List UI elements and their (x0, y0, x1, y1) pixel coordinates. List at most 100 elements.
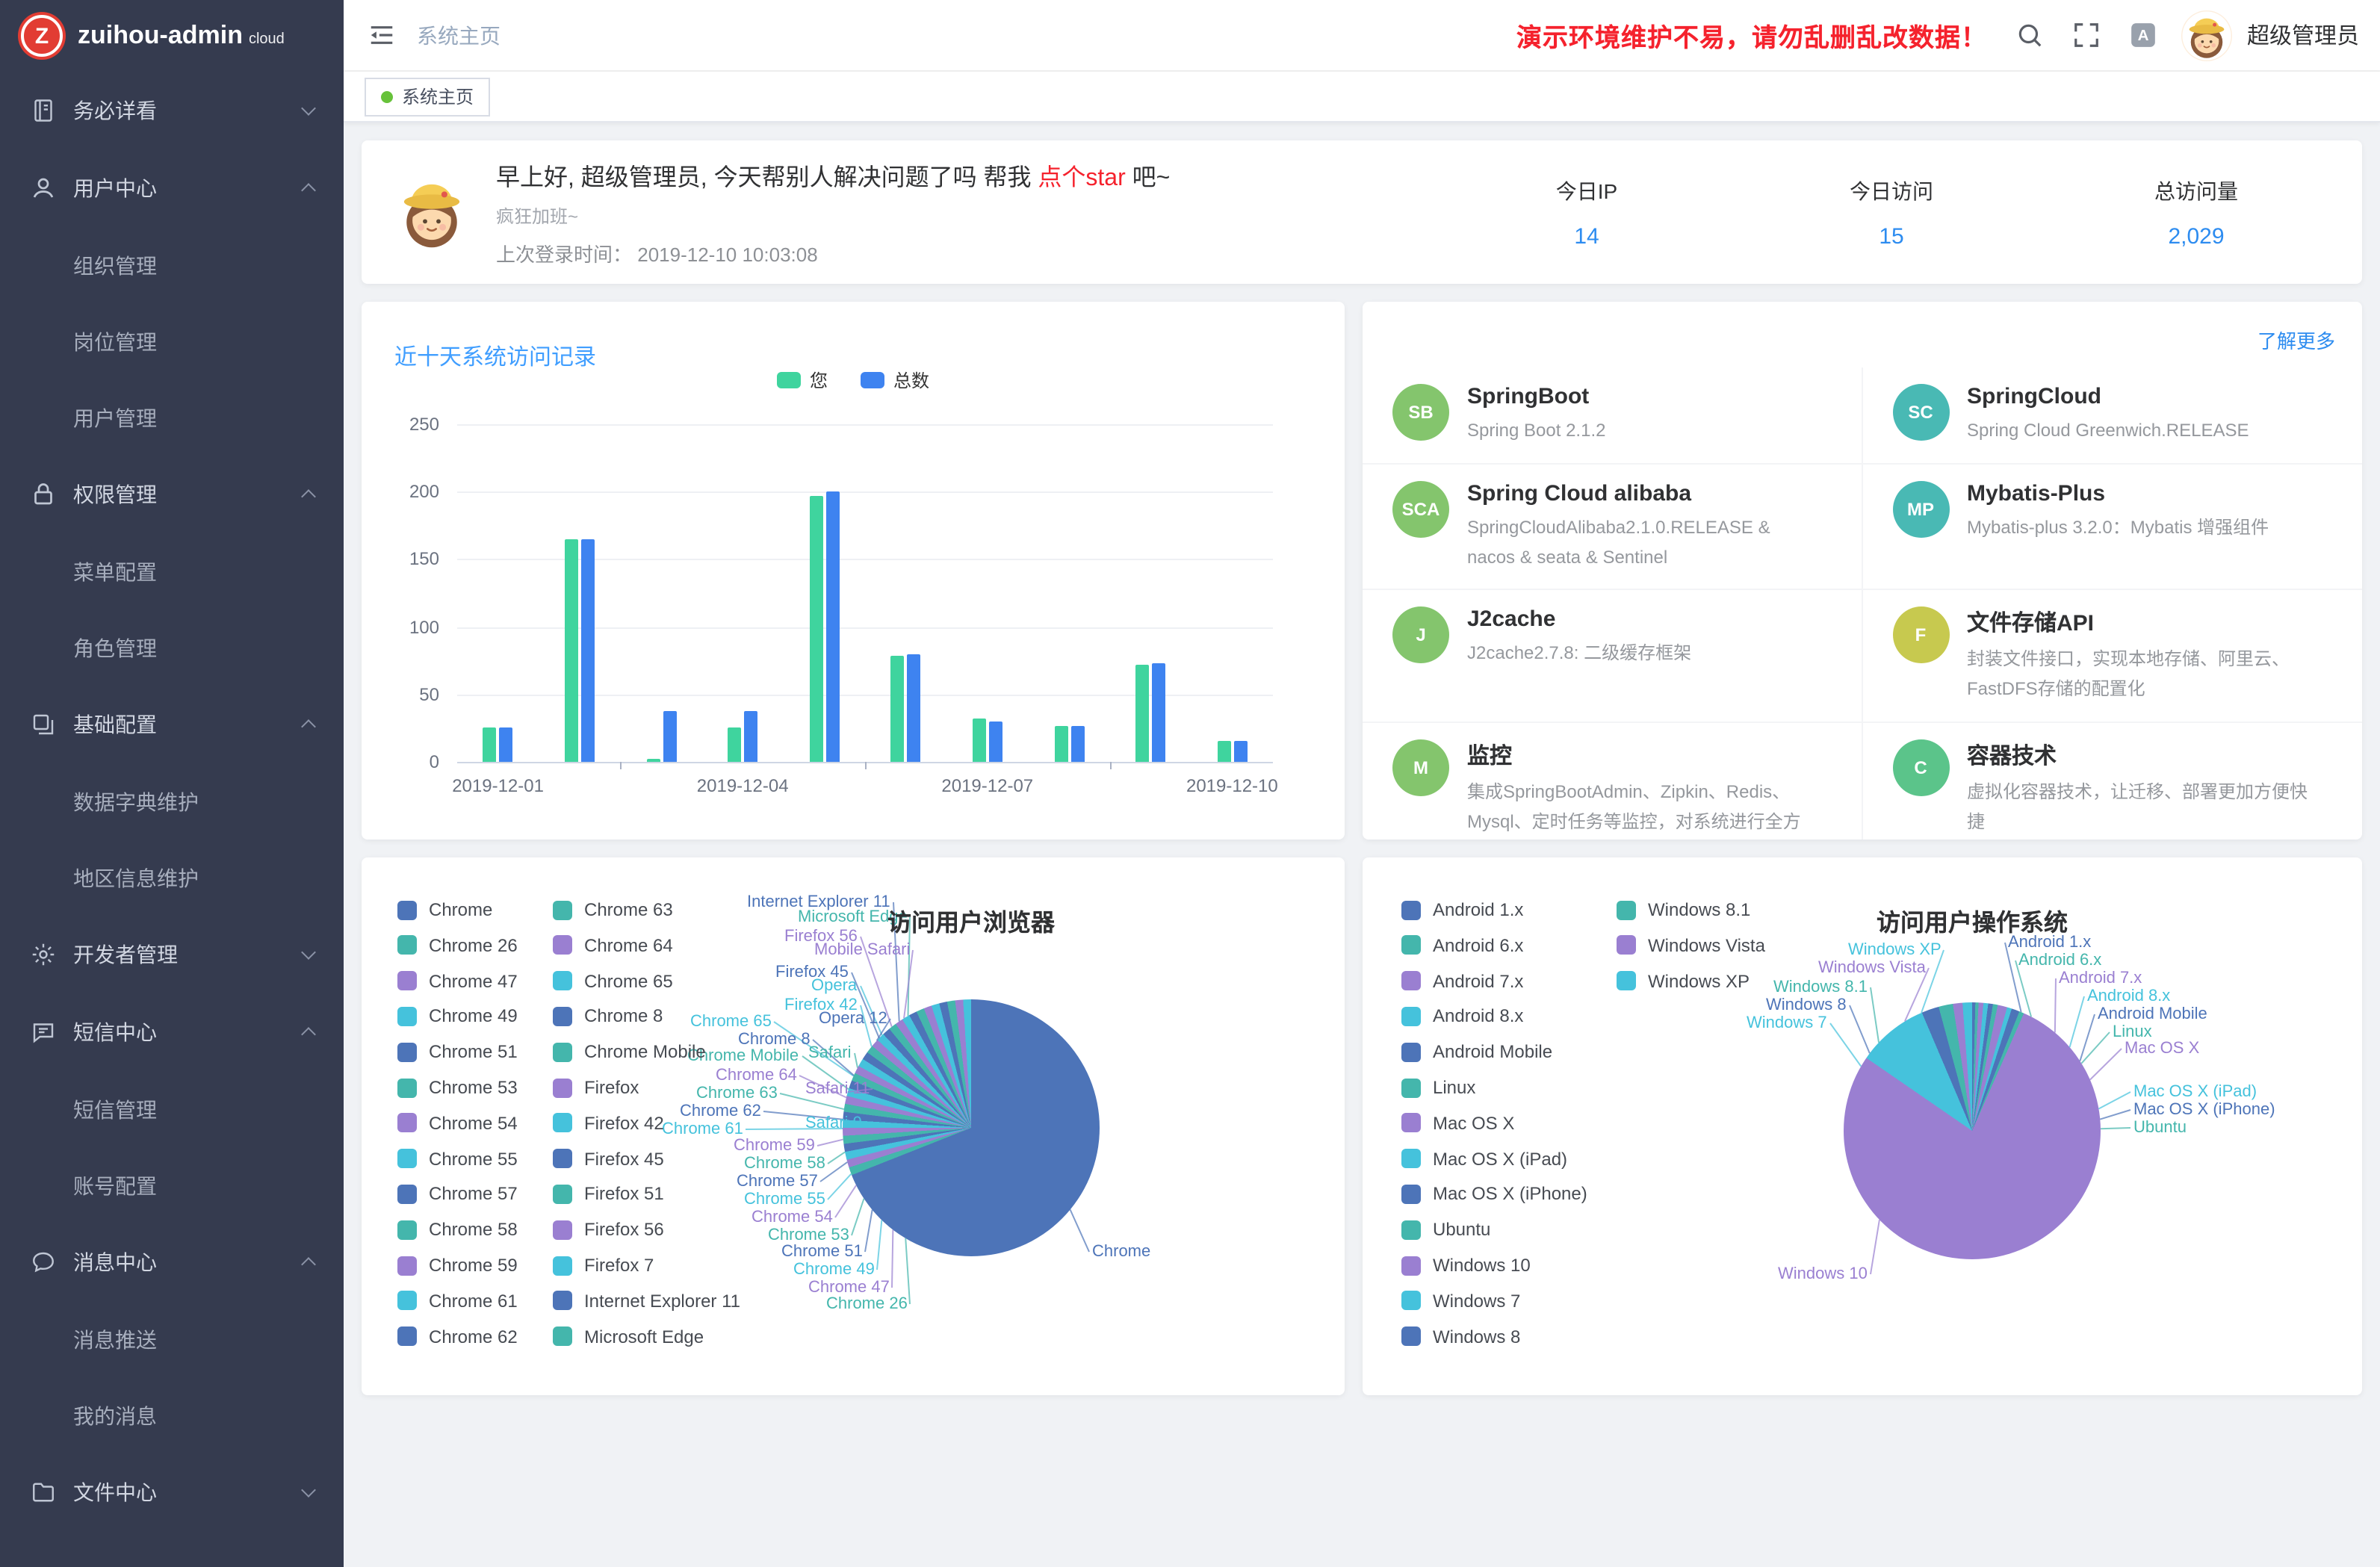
sidebar-item-1[interactable]: 用户中心 (0, 149, 344, 227)
legend-item[interactable]: Chrome 65 (553, 969, 673, 993)
search-icon[interactable] (2015, 21, 2044, 49)
legend-item[interactable]: Chrome 58 (397, 1217, 518, 1241)
bar (565, 539, 578, 762)
legend-item[interactable]: Chrome 47 (397, 969, 518, 993)
legend-item[interactable]: Chrome Mobile (553, 1040, 706, 1064)
last-login-time: 2019-12-10 10:03:08 (637, 243, 817, 266)
sidebar-subitem[interactable]: 我的消息 (0, 1377, 344, 1453)
pie-label: Chrome 63 (696, 1085, 778, 1102)
legend-item[interactable]: Android 6.x (1401, 934, 1523, 958)
legend-item[interactable]: Mac OS X (iPhone) (1401, 1182, 1587, 1206)
y-axis-label: 200 (362, 481, 439, 502)
legend-item[interactable]: Chrome 63 (553, 898, 673, 922)
sidebar-item-6[interactable]: 消息中心 (0, 1223, 344, 1301)
legend-item[interactable]: Android 8.x (1401, 1005, 1523, 1028)
legend-label: Windows 7 (1433, 1291, 1520, 1312)
legend-item[interactable]: Firefox 7 (553, 1253, 654, 1277)
legend-item[interactable]: Chrome 62 (397, 1324, 518, 1348)
tech-item-3[interactable]: MPMybatis-PlusMybatis-plus 3.2.0：Mybatis… (1862, 463, 2362, 589)
legend-item[interactable]: Internet Explorer 11 (553, 1289, 740, 1313)
sms-icon (30, 1019, 57, 1046)
sidebar-item-0[interactable]: 务必详看 (0, 72, 344, 149)
star-link[interactable]: 点个star (1038, 166, 1125, 191)
sidebar-subitem-label: 账号配置 (73, 1170, 157, 1200)
tech-item-1[interactable]: SCSpringCloudSpring Cloud Greenwich.RELE… (1862, 367, 2362, 463)
sidebar-item-3[interactable]: 基础配置 (0, 686, 344, 763)
legend-item[interactable]: Microsoft Edge (553, 1324, 704, 1348)
sidebar-subitem[interactable]: 组织管理 (0, 227, 344, 303)
legend-item[interactable]: Chrome 53 (397, 1076, 518, 1099)
legend-item[interactable]: Mac OS X (1401, 1111, 1514, 1135)
legend-item[interactable]: Windows Vista (1617, 934, 1765, 958)
sidebar-item-5[interactable]: 短信中心 (0, 993, 344, 1071)
tech-item-0[interactable]: SBSpringBootSpring Boot 2.1.2 (1363, 367, 1862, 463)
avatar[interactable] (2181, 10, 2232, 60)
legend-item[interactable]: Chrome (397, 898, 492, 922)
pie-chart[interactable] (1844, 1002, 2101, 1259)
sidebar-subitem[interactable]: 账号配置 (0, 1147, 344, 1223)
bar (891, 657, 905, 762)
tech-item-7[interactable]: C容器技术虚拟化容器技术，让迁移、部署更加方便快捷 (1862, 722, 2362, 840)
sidebar-subitem[interactable]: 角色管理 (0, 609, 344, 686)
legend-swatch (1401, 1007, 1421, 1026)
legend-item[interactable]: Firefox 51 (553, 1182, 664, 1206)
legend-item[interactable]: Chrome 57 (397, 1182, 518, 1206)
legend-item[interactable]: Android 7.x (1401, 969, 1523, 993)
gridline (457, 559, 1273, 561)
legend-item[interactable]: Chrome 64 (553, 934, 673, 958)
tech-item-4[interactable]: JJ2cacheJ2cache2.7.8: 二级缓存框架 (1363, 589, 1862, 722)
tech-item-6[interactable]: M监控集成SpringBootAdmin、Zipkin、Redis、Mysql、… (1363, 722, 1862, 840)
hamburger-icon[interactable] (368, 21, 396, 49)
legend-item[interactable]: Chrome 54 (397, 1111, 518, 1135)
legend-item[interactable]: Chrome 55 (397, 1146, 518, 1170)
sidebar-subitem[interactable]: 地区信息维护 (0, 840, 344, 916)
sidebar-item-4[interactable]: 开发者管理 (0, 916, 344, 993)
username[interactable]: 超级管理员 (2247, 19, 2359, 51)
sidebar-subitem[interactable]: 菜单配置 (0, 533, 344, 609)
pie-chart[interactable] (843, 999, 1100, 1256)
legend-item[interactable]: Mac OS X (iPad) (1401, 1146, 1567, 1170)
legend-item[interactable]: Chrome 49 (397, 1005, 518, 1028)
legend-item[interactable]: Firefox (553, 1076, 639, 1099)
legend-item[interactable]: Windows 10 (1401, 1253, 1531, 1277)
logo[interactable]: Z zuihou-admincloud (0, 0, 344, 72)
sidebar-item-7[interactable]: 文件中心 (0, 1453, 344, 1531)
font-size-icon[interactable]: A (2129, 21, 2157, 49)
pie-label: Chrome 26 (826, 1295, 908, 1313)
legend-item[interactable]: Linux (1401, 1076, 1475, 1099)
sidebar-subitem[interactable]: 数据字典维护 (0, 763, 344, 840)
pie-label: Chrome 49 (793, 1261, 875, 1279)
learn-more-link[interactable]: 了解更多 (2257, 326, 2335, 354)
tech-item-5[interactable]: F文件存储API封装文件接口，实现本地存储、阿里云、FastDFS存储的配置化 (1862, 589, 2362, 722)
sidebar-subitem[interactable]: 消息推送 (0, 1301, 344, 1377)
legend-item[interactable]: Ubuntu (1401, 1217, 1490, 1241)
sidebar-subitem[interactable]: 岗位管理 (0, 303, 344, 379)
legend-swatch (553, 1326, 572, 1346)
tab-home[interactable]: 系统主页 (365, 77, 490, 116)
legend-item[interactable]: Android 1.x (1401, 898, 1523, 922)
tech-title: 文件存储API (1967, 607, 2314, 639)
legend-item-you[interactable]: 您 (777, 367, 828, 393)
tech-item-2[interactable]: SCASpring Cloud alibabaSpringCloudAlibab… (1363, 463, 1862, 589)
fullscreen-icon[interactable] (2072, 21, 2101, 49)
breadcrumb[interactable]: 系统主页 (417, 20, 501, 50)
pie-label: Chrome 8 (738, 1031, 811, 1049)
legend-item[interactable]: Chrome 59 (397, 1253, 518, 1277)
legend-item[interactable]: Chrome 8 (553, 1005, 663, 1028)
legend-item[interactable]: Firefox 45 (553, 1146, 664, 1170)
legend-item-total[interactable]: 总数 (861, 367, 929, 393)
legend-item[interactable]: Windows 7 (1401, 1289, 1520, 1313)
legend-item[interactable]: Windows 8.1 (1617, 898, 1750, 922)
pie-label: Windows 7 (1747, 1014, 1827, 1032)
legend-item[interactable]: Windows XP (1617, 969, 1750, 993)
legend-item[interactable]: Android Mobile (1401, 1040, 1552, 1064)
legend-item[interactable]: Chrome 26 (397, 934, 518, 958)
legend-item[interactable]: Firefox 42 (553, 1111, 664, 1135)
sidebar-subitem[interactable]: 用户管理 (0, 379, 344, 456)
legend-item[interactable]: Chrome 61 (397, 1289, 518, 1313)
legend-item[interactable]: Chrome 51 (397, 1040, 518, 1064)
legend-item[interactable]: Firefox 56 (553, 1217, 664, 1241)
sidebar-subitem[interactable]: 短信管理 (0, 1071, 344, 1147)
sidebar-item-2[interactable]: 权限管理 (0, 456, 344, 533)
legend-item[interactable]: Windows 8 (1401, 1324, 1520, 1348)
